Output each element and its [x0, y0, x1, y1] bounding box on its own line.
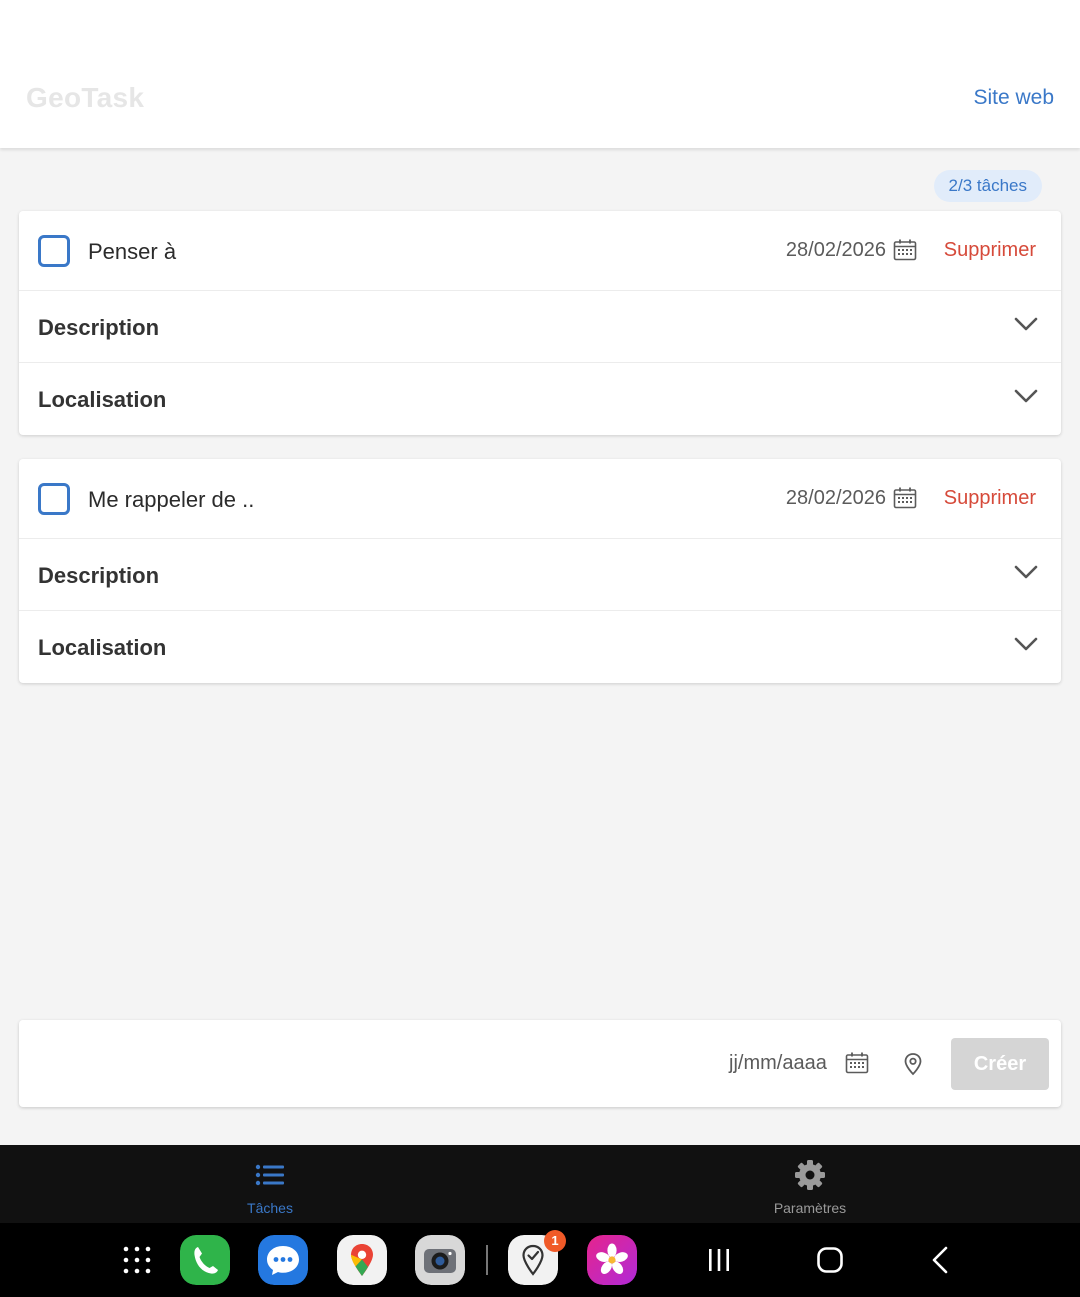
- calendar-icon[interactable]: [893, 487, 917, 509]
- gear-icon: [795, 1160, 825, 1190]
- task-date[interactable]: 28/02/2026: [786, 487, 886, 510]
- list-icon: [255, 1164, 284, 1186]
- maps-app-icon[interactable]: [337, 1235, 387, 1285]
- task-header: Penser à 28/02/2026 Supprimer: [19, 211, 1061, 291]
- calendar-icon[interactable]: [893, 239, 917, 261]
- nav-tab-settings[interactable]: Paramètres: [710, 1145, 910, 1223]
- app-title: GeoTask: [26, 82, 145, 113]
- localisation-section[interactable]: Localisation: [19, 611, 1061, 683]
- app-drawer-icon[interactable]: [122, 1245, 152, 1275]
- date-input[interactable]: jj/mm/aaaa: [729, 1052, 827, 1075]
- task-card: Me rappeler de .. 28/02/2026 Supprimer D…: [19, 459, 1061, 683]
- section-label: Description: [38, 315, 160, 340]
- nav-label: Paramètres: [773, 1200, 847, 1216]
- section-label: Localisation: [38, 387, 167, 412]
- notification-badge: 1: [544, 1230, 566, 1252]
- messages-app-icon[interactable]: [258, 1235, 308, 1285]
- task-card: Penser à 28/02/2026 Supprimer Descriptio…: [19, 211, 1061, 435]
- new-task-input[interactable]: [39, 1042, 679, 1086]
- camera-app-icon[interactable]: [415, 1235, 465, 1285]
- description-section[interactable]: Description: [19, 539, 1061, 611]
- delete-button[interactable]: Supprimer: [944, 239, 1036, 262]
- site-web-link[interactable]: Site web: [973, 86, 1054, 110]
- chevron-down-icon: [1014, 637, 1038, 651]
- calendar-icon[interactable]: [845, 1052, 869, 1074]
- gallery-app-icon[interactable]: [587, 1235, 637, 1285]
- section-label: Description: [38, 563, 160, 588]
- chevron-down-icon: [1014, 565, 1038, 579]
- phone-app-icon[interactable]: [180, 1235, 230, 1285]
- create-task-bar: jj/mm/aaaa Créer: [19, 1020, 1061, 1107]
- recent-apps-icon[interactable]: [704, 1245, 734, 1275]
- nav-label: Tâches: [247, 1200, 293, 1216]
- create-button[interactable]: Créer: [951, 1038, 1049, 1090]
- section-label: Localisation: [38, 635, 167, 660]
- system-navigation-bar: 1: [0, 1223, 1080, 1297]
- back-icon[interactable]: [926, 1245, 956, 1275]
- localisation-section[interactable]: Localisation: [19, 363, 1061, 435]
- app-header: GeoTask Site web: [0, 0, 1080, 148]
- description-section[interactable]: Description: [19, 291, 1061, 363]
- chevron-down-icon: [1014, 389, 1038, 403]
- bottom-navigation: Tâches Paramètres: [0, 1145, 1080, 1223]
- nav-tab-tasks[interactable]: Tâches: [170, 1145, 370, 1223]
- delete-button[interactable]: Supprimer: [944, 487, 1036, 510]
- task-checkbox[interactable]: [38, 235, 70, 267]
- task-header: Me rappeler de .. 28/02/2026 Supprimer: [19, 459, 1061, 539]
- task-checkbox[interactable]: [38, 483, 70, 515]
- task-title: Penser à: [88, 239, 177, 264]
- chevron-down-icon: [1014, 317, 1038, 331]
- task-title: Me rappeler de ..: [88, 487, 255, 512]
- task-date[interactable]: 28/02/2026: [786, 239, 886, 262]
- home-icon[interactable]: [815, 1245, 845, 1275]
- dock-divider: [486, 1245, 488, 1275]
- location-pin-icon[interactable]: [903, 1052, 923, 1076]
- task-counter-badge: 2/3 tâches: [933, 170, 1042, 202]
